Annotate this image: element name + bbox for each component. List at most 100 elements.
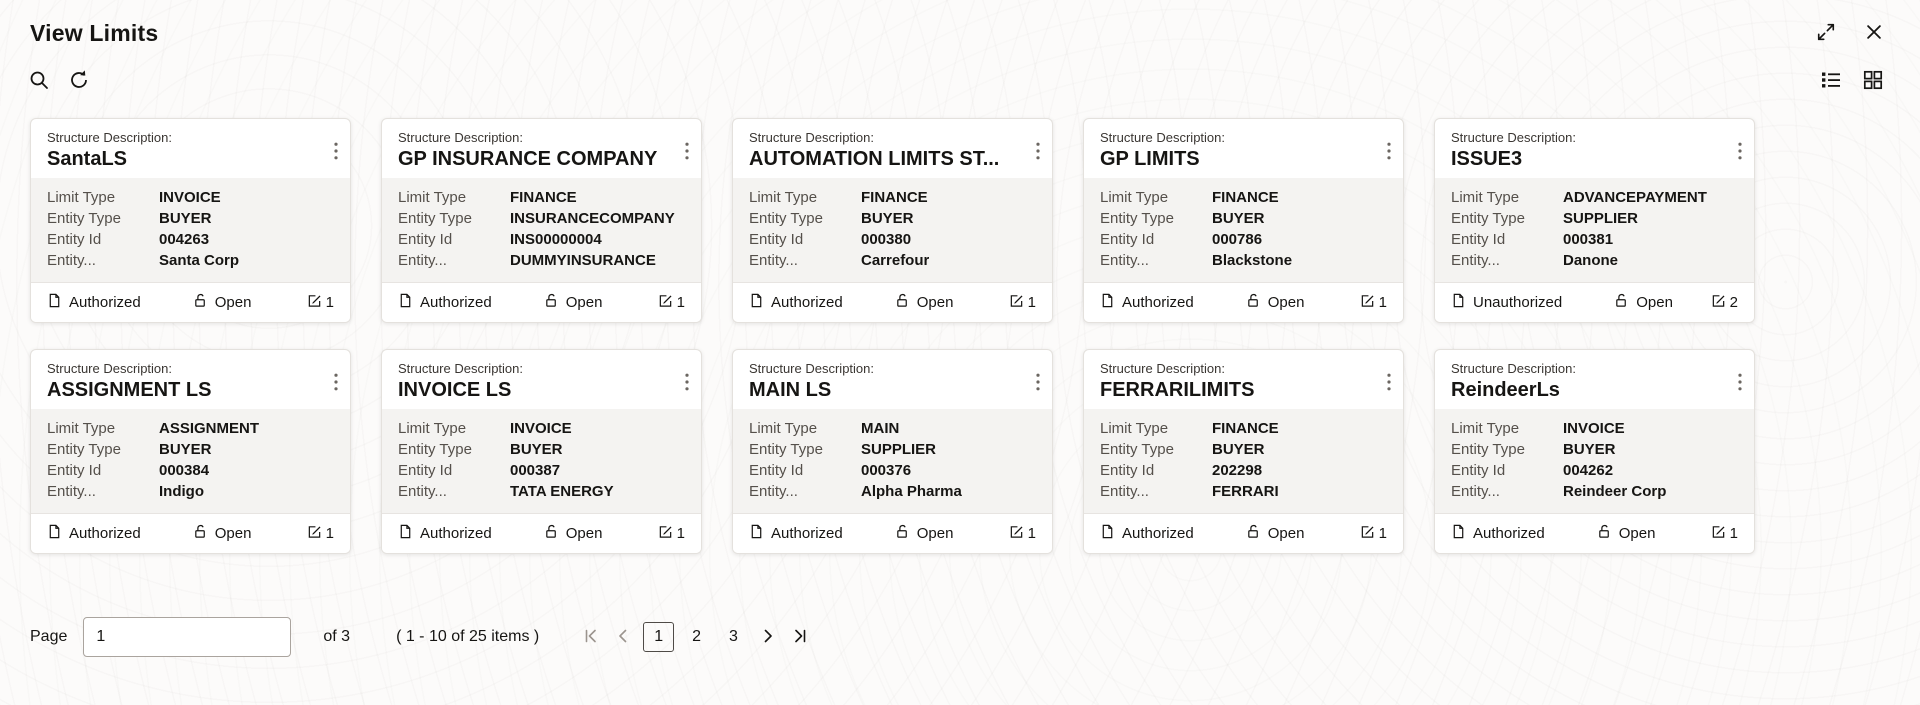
page-button-1[interactable]: 1: [643, 622, 675, 652]
edit-count[interactable]: 1: [307, 293, 334, 312]
card-body: Limit Type INVOICE Entity Type BUYER Ent…: [1435, 409, 1754, 513]
edit-icon: [1360, 524, 1375, 543]
limit-card: Structure Description: ISSUE3 Limit Type…: [1434, 118, 1755, 323]
edit-count[interactable]: 1: [658, 293, 685, 312]
limit-type-label: Limit Type: [47, 189, 116, 206]
limit-type-label: Limit Type: [1451, 189, 1520, 206]
entity-row: Entity... Indigo: [47, 481, 334, 502]
entity-row: Entity... FERRARI: [1100, 481, 1387, 502]
card-menu-button[interactable]: [1034, 371, 1042, 396]
entity-row: Entity... Reindeer Corp: [1451, 481, 1738, 502]
entity-type-row: Entity Type BUYER: [1100, 208, 1387, 229]
card-menu-button[interactable]: [683, 140, 691, 165]
entity-type-label: Entity Type: [1100, 210, 1174, 227]
open-lock-icon: [895, 293, 910, 312]
entity-type-label: Entity Type: [398, 210, 472, 227]
card-menu-button[interactable]: [683, 371, 691, 396]
items-summary: ( 1 - 10 of 25 items ): [396, 628, 540, 645]
authorized-icon: [749, 524, 764, 543]
limit-type-label: Limit Type: [1100, 189, 1169, 206]
fullscreen-toggle-button[interactable]: [1814, 20, 1838, 47]
record-status: Open: [193, 293, 252, 312]
structure-name: FERRARILIMITS: [1100, 379, 1255, 401]
kebab-icon: [685, 142, 689, 163]
page-button-3[interactable]: 3: [719, 623, 748, 651]
entity-type-label: Entity Type: [47, 210, 121, 227]
limit-type-row: Limit Type FINANCE: [398, 187, 685, 208]
entity-type-row: Entity Type BUYER: [47, 208, 334, 229]
card-menu-button[interactable]: [1736, 371, 1744, 396]
authorization-status-text: Authorized: [1122, 525, 1194, 542]
entity-id-row: Entity Id 202298: [1100, 460, 1387, 481]
limit-type-value: FINANCE: [510, 189, 577, 206]
edit-count[interactable]: 1: [1009, 293, 1036, 312]
close-button[interactable]: [1862, 20, 1886, 47]
card-menu-button[interactable]: [1736, 140, 1744, 165]
next-page-icon: [760, 628, 776, 647]
entity-type-label: Entity Type: [1451, 441, 1525, 458]
edit-count[interactable]: 1: [307, 524, 334, 543]
entity-type-row: Entity Type BUYER: [749, 208, 1036, 229]
edit-icon: [1360, 293, 1375, 312]
record-status-text: Open: [214, 294, 252, 311]
entity-id-row: Entity Id 000380: [749, 229, 1036, 250]
page-input[interactable]: [83, 617, 292, 657]
card-menu-button[interactable]: [1034, 140, 1042, 165]
card-menu-button[interactable]: [1385, 371, 1393, 396]
fullscreen-toggle-icon: [1816, 22, 1836, 45]
record-status: Open: [895, 524, 953, 543]
refresh-button[interactable]: [66, 67, 92, 96]
card-header-text: Structure Description: MAIN LS: [749, 361, 874, 403]
last-page-button[interactable]: [788, 624, 812, 651]
next-page-button[interactable]: [756, 624, 780, 651]
record-status: Open: [1614, 293, 1673, 312]
kebab-icon: [334, 373, 338, 394]
card-menu-button[interactable]: [332, 140, 340, 165]
structure-name: ASSIGNMENT LS: [47, 379, 212, 401]
edit-count[interactable]: 2: [1711, 293, 1738, 312]
prev-page-button[interactable]: [611, 624, 635, 651]
card-menu-button[interactable]: [1385, 140, 1393, 165]
edit-icon: [1009, 524, 1024, 543]
entity-value: Reindeer Corp: [1563, 483, 1667, 500]
entity-id-label: Entity Id: [1100, 231, 1155, 248]
page-label: Page: [30, 628, 68, 645]
authorization-status-text: Authorized: [420, 525, 492, 542]
card-header-text: Structure Description: ASSIGNMENT LS: [47, 361, 211, 403]
page-button-2[interactable]: 2: [682, 623, 711, 651]
card-header-text: Structure Description: AUTOMATION LIMITS…: [749, 130, 999, 172]
grid-view-icon: [1862, 69, 1884, 94]
limit-type-value: INVOICE: [159, 189, 221, 206]
record-status: Open: [1246, 524, 1304, 543]
card-header: Structure Description: AUTOMATION LIMITS…: [733, 119, 1052, 178]
card-header: Structure Description: ISSUE3: [1435, 119, 1754, 178]
kebab-icon: [334, 142, 338, 163]
authorized-icon: [47, 293, 62, 312]
entity-value: DUMMYINSURANCE: [510, 252, 656, 269]
entity-type-row: Entity Type SUPPLIER: [749, 439, 1036, 460]
limit-card: Structure Description: INVOICE LS Limit …: [381, 349, 702, 554]
authorization-status-text: Authorized: [771, 294, 843, 311]
edit-count[interactable]: 1: [1360, 293, 1387, 312]
entity-id-value: INS00000004: [510, 231, 602, 248]
entity-id-label: Entity Id: [749, 462, 804, 479]
edit-count[interactable]: 1: [1711, 524, 1738, 543]
entity-label: Entity...: [1451, 483, 1500, 500]
card-menu-button[interactable]: [332, 371, 340, 396]
limit-type-row: Limit Type FINANCE: [749, 187, 1036, 208]
record-status: Open: [544, 524, 603, 543]
authorized-icon: [47, 524, 62, 543]
edit-count[interactable]: 1: [1360, 524, 1387, 543]
entity-label: Entity...: [749, 252, 798, 269]
record-status-text: Open: [565, 525, 603, 542]
grid-view-button[interactable]: [1860, 67, 1886, 96]
list-view-button[interactable]: [1818, 67, 1844, 96]
edit-count[interactable]: 1: [658, 524, 685, 543]
first-page-button[interactable]: [579, 624, 603, 651]
limit-type-label: Limit Type: [47, 420, 116, 437]
limit-type-label: Limit Type: [749, 420, 818, 437]
entity-type-row: Entity Type BUYER: [398, 439, 685, 460]
open-lock-icon: [544, 524, 559, 543]
edit-count[interactable]: 1: [1009, 524, 1036, 543]
search-button[interactable]: [26, 67, 52, 96]
